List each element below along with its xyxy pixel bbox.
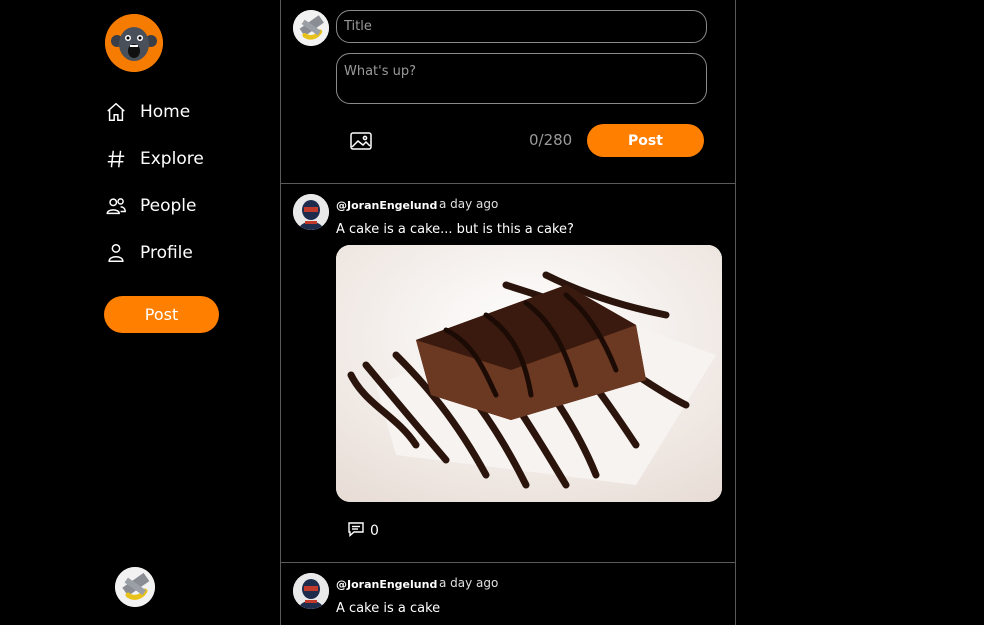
post-composer: 0/280 Post — [281, 0, 735, 184]
post-author-username[interactable]: @JoranEngelund — [336, 199, 437, 212]
people-icon — [104, 194, 128, 218]
post-title-input[interactable] — [336, 10, 707, 43]
nav-label-explore: Explore — [140, 148, 204, 169]
profile-icon — [104, 241, 128, 265]
post-author-username[interactable]: @JoranEngelund — [336, 578, 437, 591]
post-card: @JoranEngelund a day ago A cake is a cak… — [281, 184, 735, 563]
post-image[interactable] — [336, 245, 722, 502]
post-card: @JoranEngelund a day ago A cake is a cak… — [281, 563, 735, 625]
image-upload-icon[interactable] — [349, 130, 373, 152]
nav-item-home[interactable]: Home — [104, 88, 204, 135]
character-count: 0/280 — [529, 131, 573, 149]
sidebar-post-button[interactable]: Post — [104, 296, 219, 333]
app-logo[interactable] — [105, 14, 163, 72]
comment-icon — [347, 521, 365, 541]
hash-icon — [104, 147, 128, 171]
post-body-input[interactable] — [336, 53, 707, 104]
post-timestamp: a day ago — [439, 576, 499, 590]
post-text: A cake is a cake... but is this a cake? — [336, 222, 574, 237]
comment-count: 0 — [370, 523, 379, 539]
post-text: A cake is a cake — [336, 601, 441, 616]
nav-item-explore[interactable]: Explore — [104, 135, 204, 182]
composer-avatar — [293, 10, 329, 46]
feed-column: 0/280 Post @JoranEngelund a day ago A ca… — [280, 0, 736, 625]
sidebar-nav: Home Explore People Profile — [104, 88, 204, 276]
submit-post-button[interactable]: Post — [587, 124, 704, 157]
post-timestamp: a day ago — [439, 197, 499, 211]
nav-label-home: Home — [140, 101, 191, 122]
author-avatar[interactable] — [293, 573, 329, 609]
author-avatar[interactable] — [293, 194, 329, 230]
nav-item-profile[interactable]: Profile — [104, 229, 204, 276]
current-user-avatar[interactable] — [115, 567, 155, 607]
nav-label-people: People — [140, 195, 197, 216]
nav-label-profile: Profile — [140, 242, 193, 263]
nav-item-people[interactable]: People — [104, 182, 204, 229]
home-icon — [104, 100, 128, 124]
comment-button[interactable]: 0 — [347, 521, 379, 541]
